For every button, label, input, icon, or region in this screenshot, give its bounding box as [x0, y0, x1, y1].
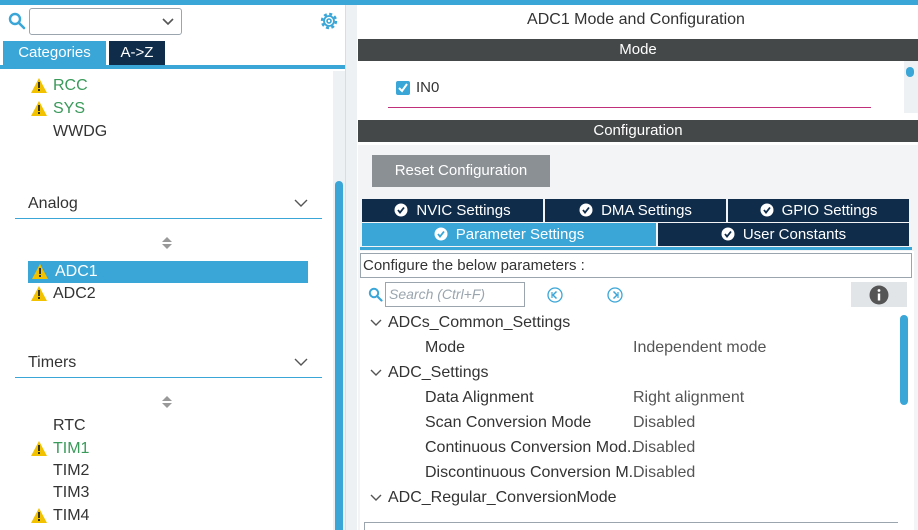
in0-label: IN0: [416, 79, 440, 96]
configuration-area: Reset Configuration NVIC Settings DMA Se…: [358, 145, 918, 530]
pane-splitter[interactable]: [345, 5, 357, 530]
tab-dma-settings[interactable]: DMA Settings: [545, 199, 726, 222]
search-icon[interactable]: [8, 12, 26, 30]
param-mode-value[interactable]: Independent mode: [633, 338, 766, 358]
component-tree-pane: Categories A->Z RCC SYS WWDG Analog ADC1…: [0, 5, 345, 530]
reset-configuration-button[interactable]: Reset Configuration: [372, 155, 550, 187]
gear-icon[interactable]: [318, 10, 340, 32]
in0-checkbox[interactable]: [396, 81, 410, 95]
chevron-down-icon[interactable]: [370, 367, 382, 379]
section-timers[interactable]: Timers: [15, 352, 322, 378]
param-continuous-conversion-value[interactable]: Disabled: [633, 438, 695, 458]
tree-item-adc2[interactable]: ADC2: [53, 284, 96, 304]
info-icon: [869, 285, 889, 305]
parameter-scrollbar-thumb[interactable]: [900, 315, 908, 405]
warning-icon: [31, 78, 47, 93]
previous-result-icon[interactable]: [547, 287, 563, 303]
tab-user-constants-label: User Constants: [742, 226, 847, 243]
search-combo[interactable]: [29, 8, 182, 35]
section-analog-label: Analog: [28, 195, 78, 212]
tab-parameter-settings-label: Parameter Settings: [455, 226, 585, 243]
tree-item-wwdg[interactable]: WWDG: [53, 122, 107, 142]
section-timers-label: Timers: [28, 354, 77, 371]
tab-underline: [360, 247, 912, 250]
tree-item-tim3[interactable]: TIM3: [53, 483, 89, 503]
tab-parameter-settings[interactable]: Parameter Settings: [362, 223, 656, 246]
tree-item-tim4[interactable]: TIM4: [53, 506, 89, 526]
sort-icon[interactable]: [162, 396, 172, 408]
tree-item-rcc[interactable]: RCC: [53, 76, 88, 96]
warning-icon: [31, 101, 47, 116]
chevron-down-icon: [162, 18, 174, 26]
tab-dma-settings-label: DMA Settings: [601, 202, 692, 219]
mode-area: IN0: [358, 61, 918, 113]
chevron-down-icon[interactable]: [370, 492, 382, 504]
chevron-down-icon[interactable]: [370, 317, 382, 329]
check-circle-icon: [394, 203, 408, 217]
warning-icon: [32, 264, 48, 279]
tree-scrollbar-thumb[interactable]: [335, 181, 343, 530]
param-data-alignment-value[interactable]: Right alignment: [633, 388, 744, 408]
tab-gpio-settings-label: GPIO Settings: [781, 202, 878, 219]
check-circle-icon: [721, 227, 735, 241]
tab-gpio-settings[interactable]: GPIO Settings: [728, 199, 909, 222]
search-icon: [368, 287, 383, 302]
tree-item-rtc[interactable]: RTC: [53, 416, 86, 436]
param-scan-conversion-value[interactable]: Disabled: [633, 413, 695, 433]
group-adc-settings[interactable]: ADC_Settings: [388, 363, 489, 383]
parameter-panel: Configure the below parameters : Search …: [360, 251, 914, 530]
check-circle-icon: [579, 203, 593, 217]
param-continuous-conversion-name: Continuous Conversion Mod..: [425, 439, 636, 456]
group-adc-regular-conversion-mode[interactable]: ADC_Regular_ConversionMode: [388, 488, 617, 508]
tab-nvic-settings[interactable]: NVIC Settings: [362, 199, 543, 222]
tree-item-sys[interactable]: SYS: [53, 99, 85, 119]
warning-icon: [31, 441, 47, 456]
param-data-alignment-name: Data Alignment: [425, 389, 534, 406]
check-circle-icon: [760, 203, 774, 217]
param-discontinuous-conversion-value[interactable]: Disabled: [633, 463, 695, 483]
tree-item-adc1[interactable]: ADC1: [28, 261, 308, 283]
tree-item-tim2[interactable]: TIM2: [53, 461, 89, 481]
param-scan-conversion-name: Scan Conversion Mode: [425, 414, 592, 431]
tab-nvic-settings-label: NVIC Settings: [416, 202, 511, 219]
param-mode-name: Mode: [425, 339, 466, 356]
configuration-header: Configuration: [358, 120, 918, 142]
section-analog[interactable]: Analog: [15, 193, 322, 219]
tree-item-adc1-label: ADC1: [55, 263, 98, 280]
tab-underline: [0, 65, 345, 69]
tree-item-tim1[interactable]: TIM1: [53, 439, 89, 459]
warning-icon: [31, 286, 47, 301]
tab-categories[interactable]: Categories: [3, 41, 106, 65]
tree-scrollbar[interactable]: [333, 71, 345, 530]
parameter-description-box: [364, 522, 912, 530]
next-result-icon[interactable]: [607, 287, 623, 303]
mode-header: Mode: [358, 39, 918, 61]
tab-user-constants[interactable]: User Constants: [658, 223, 909, 246]
chevron-down-icon: [294, 358, 308, 366]
mode-configuration-pane: ADC1 Mode and Configuration Mode IN0 Con…: [358, 5, 918, 530]
mode-scrollbar-thumb[interactable]: [906, 67, 914, 77]
configure-parameters-label: Configure the below parameters :: [360, 253, 912, 278]
info-button[interactable]: [851, 282, 907, 307]
param-discontinuous-conversion-name: Discontinuous Conversion M..: [425, 464, 638, 481]
chevron-down-icon: [294, 199, 308, 207]
tab-a-to-z[interactable]: A->Z: [109, 41, 165, 65]
check-circle-icon: [434, 227, 448, 241]
group-adcs-common-settings[interactable]: ADCs_Common_Settings: [388, 313, 570, 333]
sort-icon[interactable]: [162, 237, 172, 249]
parameter-search-input[interactable]: Search (Ctrl+F): [385, 282, 525, 307]
check-icon: [398, 83, 408, 93]
warning-icon: [31, 508, 47, 523]
pane-title: ADC1 Mode and Configuration: [527, 11, 745, 28]
mode-separator: [388, 107, 871, 108]
